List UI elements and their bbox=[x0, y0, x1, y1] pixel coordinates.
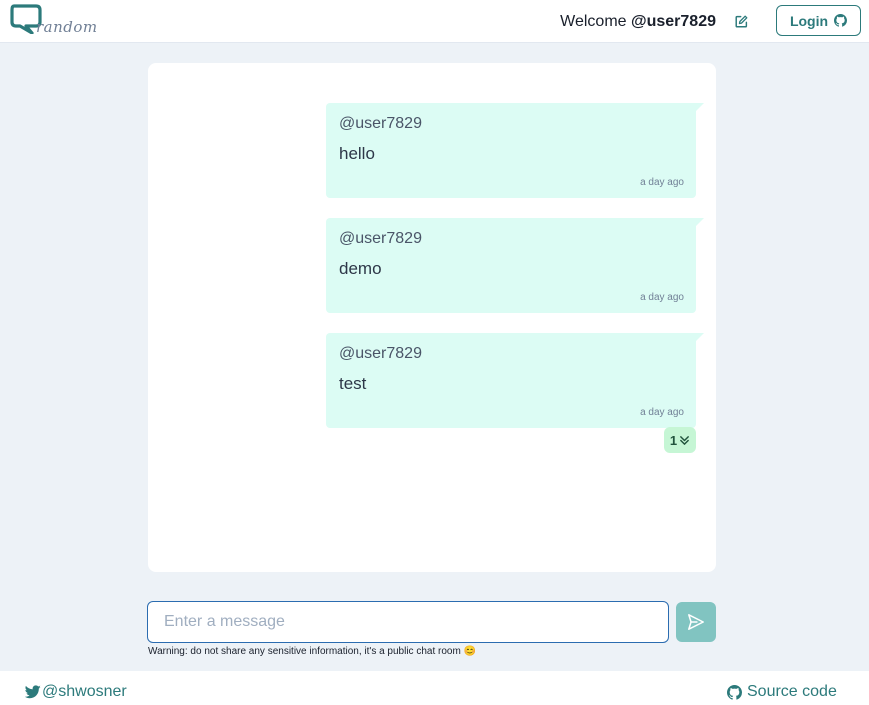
message-author: @user7829 bbox=[339, 230, 422, 247]
message-author: @user7829 bbox=[339, 115, 422, 132]
login-label: Login bbox=[789, 12, 829, 29]
app-footer: @shwosner Source code bbox=[0, 671, 869, 705]
chat-panel: @user7829 hello a day ago @user7829 demo… bbox=[148, 63, 716, 572]
app-header: random Welcome @user7829 Login bbox=[0, 0, 869, 43]
chat-message: @user7829 test a day ago bbox=[326, 333, 704, 428]
message-author: @user7829 bbox=[339, 345, 422, 362]
send-icon bbox=[688, 614, 704, 630]
unread-count: 1 bbox=[669, 432, 678, 448]
message-timestamp: a day ago bbox=[640, 177, 684, 188]
message-input[interactable] bbox=[147, 601, 669, 643]
message-timestamp: a day ago bbox=[640, 292, 684, 303]
send-button[interactable] bbox=[676, 602, 716, 642]
double-chevron-down-icon bbox=[680, 435, 690, 445]
github-icon bbox=[727, 684, 742, 700]
source-code-link[interactable]: Source code bbox=[727, 683, 837, 701]
app-logo[interactable]: random bbox=[10, 4, 97, 38]
edit-username-button[interactable] bbox=[733, 13, 749, 29]
welcome-prefix: Welcome bbox=[560, 13, 627, 30]
login-button[interactable]: Login bbox=[776, 5, 861, 36]
message-text: test bbox=[339, 374, 367, 393]
github-icon bbox=[834, 14, 848, 27]
unread-count-badge[interactable]: 1 bbox=[664, 427, 696, 453]
edit-icon bbox=[734, 15, 747, 28]
twitter-icon bbox=[25, 685, 41, 699]
logo-text: random bbox=[36, 18, 98, 36]
twitter-handle: @shwosner bbox=[42, 683, 127, 700]
message-text: hello bbox=[339, 144, 375, 163]
welcome-text: Welcome @user7829 bbox=[560, 13, 716, 31]
message-text: demo bbox=[339, 259, 382, 278]
source-code-label: Source code bbox=[747, 683, 837, 700]
message-timestamp: a day ago bbox=[640, 407, 684, 418]
current-username: @user7829 bbox=[631, 13, 716, 30]
twitter-link[interactable]: @shwosner bbox=[25, 683, 127, 701]
privacy-warning: Warning: do not share any sensitive info… bbox=[148, 646, 477, 657]
chat-message: @user7829 demo a day ago bbox=[326, 218, 704, 313]
chat-message: @user7829 hello a day ago bbox=[326, 103, 704, 198]
